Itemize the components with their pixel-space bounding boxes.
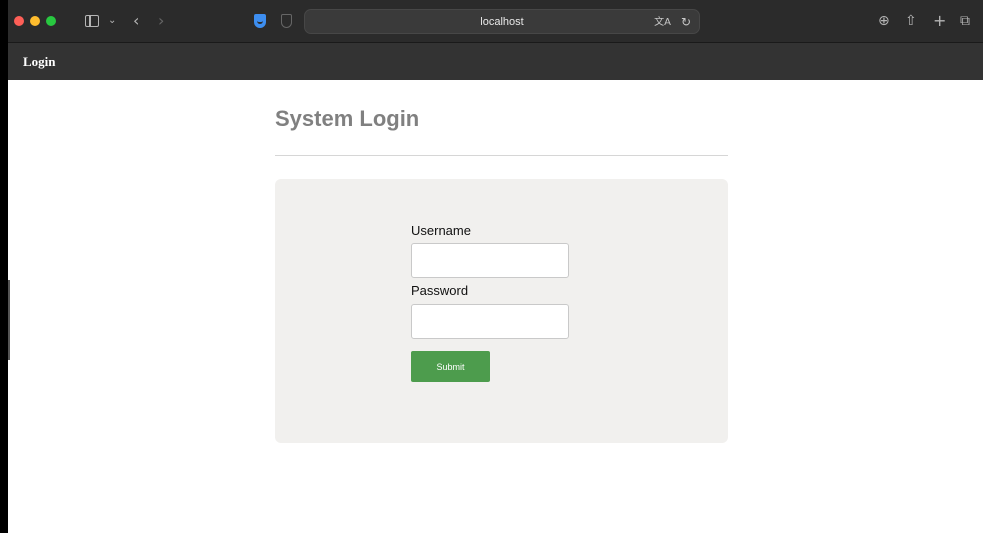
chevron-down-icon[interactable]: ⌄ [108, 11, 116, 31]
translate-icon[interactable]: 文A [654, 10, 671, 35]
password-input[interactable] [411, 304, 569, 339]
minimize-window-button[interactable] [30, 16, 40, 26]
address-text: localhost [480, 16, 524, 28]
page-title: System Login [275, 106, 420, 131]
privacy-shield-icon[interactable] [254, 14, 266, 28]
username-label: Username [411, 223, 471, 238]
close-window-button[interactable] [14, 16, 24, 26]
username-input[interactable] [411, 243, 569, 278]
title-divider [275, 155, 728, 156]
sidebar-icon[interactable] [85, 15, 99, 27]
submit-button[interactable]: Submit [411, 351, 490, 382]
login-form: Username Password Submit [275, 179, 728, 443]
chevron-right-icon[interactable]: › [158, 11, 164, 31]
window-edge [8, 280, 10, 360]
browser-toolbar: ⌄ ‹ › localhost 文A ↻ ⊕ ⇧ + ⧉ [8, 0, 983, 43]
content-blocker-icon[interactable] [281, 14, 292, 28]
tab-overview-icon[interactable]: ⧉ [960, 11, 970, 31]
navbar-brand[interactable]: Login [23, 43, 56, 80]
address-bar[interactable]: localhost 文A ↻ [304, 9, 700, 34]
app-navbar: Login [8, 43, 983, 80]
reload-icon[interactable]: ↻ [681, 10, 691, 35]
chevron-left-icon[interactable]: ‹ [133, 11, 139, 31]
password-label: Password [411, 283, 469, 298]
share-icon[interactable]: ⇧ [905, 11, 917, 31]
browser-window: ⌄ ‹ › localhost 文A ↻ ⊕ ⇧ + ⧉ Login Syste… [8, 0, 983, 533]
plus-icon[interactable]: + [933, 11, 946, 31]
maximize-window-button[interactable] [46, 16, 56, 26]
download-icon[interactable]: ⊕ [878, 11, 890, 31]
